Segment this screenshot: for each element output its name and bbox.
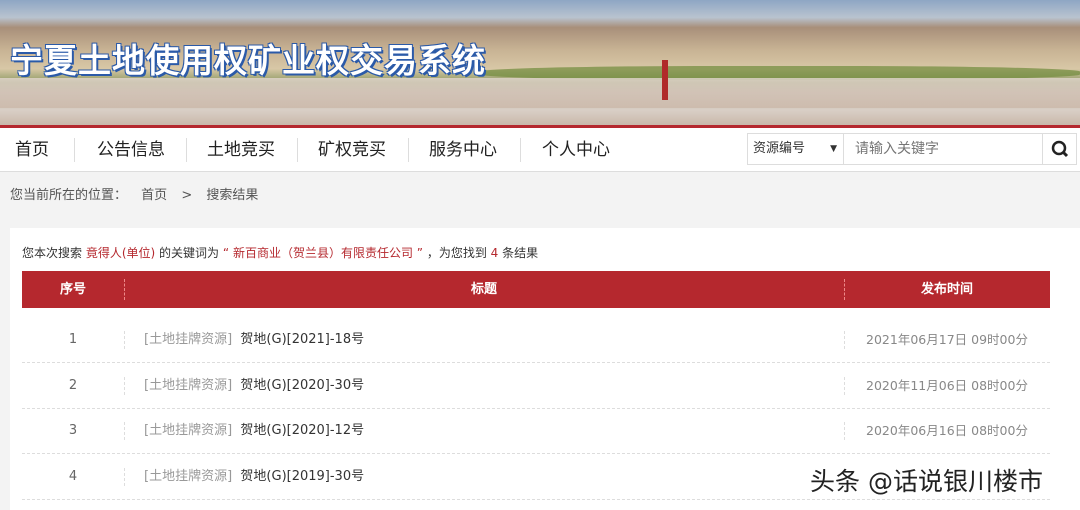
row-no: 1: [68, 332, 78, 347]
nav-service-center[interactable]: 服务中心: [408, 128, 518, 172]
row-title-link[interactable]: [土地挂牌资源] 贺地(G)[2020]-30号: [144, 363, 364, 409]
row-title: 贺地(G)[2021]-18号: [240, 332, 365, 347]
row-divider: [124, 376, 125, 395]
row-title-link[interactable]: [土地挂牌资源] 贺地(G)[2019]-30号: [144, 454, 364, 500]
summary-quote: ”: [416, 246, 423, 260]
breadcrumb-home[interactable]: 首页: [141, 188, 167, 203]
summary-count: 4: [490, 246, 499, 260]
breadcrumb-current: 搜索结果: [206, 188, 259, 203]
row-date: 2020年06月16日 08时00分: [866, 423, 1028, 438]
nav-home[interactable]: 首页: [0, 128, 64, 172]
summary-text: 条结果: [502, 246, 539, 260]
table-row[interactable]: 3 [土地挂牌资源] 贺地(G)[2020]-12号 2020年06月16日 0…: [22, 408, 1050, 454]
search-button[interactable]: [1042, 134, 1076, 164]
search-summary: 您本次搜索 竟得人(单位) 的关键词为 “ 新百商业（贺兰县）有限责任公司 ” …: [22, 244, 538, 261]
row-title: 贺地(G)[2019]-30号: [240, 468, 365, 484]
header-no: 序号: [59, 282, 86, 297]
table-header: 序号 标题 发布时间: [22, 271, 1050, 308]
breadcrumb-separator: >: [181, 188, 193, 203]
row-title-link[interactable]: [土地挂牌资源] 贺地(G)[2020]-12号: [144, 408, 364, 454]
row-divider: [124, 422, 125, 440]
row-category: [土地挂牌资源]: [144, 468, 233, 484]
row-title-link[interactable]: [土地挂牌资源] 贺地(G)[2021]-18号: [144, 317, 364, 363]
site-title: 宁夏土地使用权矿业权交易系统: [10, 41, 486, 80]
row-no: 2: [68, 377, 78, 393]
header-title: 标题: [470, 282, 497, 297]
summary-keyword: 新百商业（贺兰县）有限责任公司: [232, 246, 413, 260]
search-input[interactable]: [845, 134, 1043, 164]
nav-mining-bidding[interactable]: 矿权竞买: [297, 128, 407, 172]
row-category: [土地挂牌资源]: [144, 423, 233, 438]
nav-announcements[interactable]: 公告信息: [76, 128, 186, 172]
banner-tower: [662, 60, 668, 100]
search-bar: 资源编号 ▼: [747, 133, 1077, 165]
breadcrumb: 您当前所在的位置： 首页 > 搜索结果: [10, 184, 268, 203]
row-category: [土地挂牌资源]: [144, 332, 233, 347]
header-date: 发布时间: [920, 282, 973, 297]
nav-divider: [74, 138, 75, 162]
nav-personal-center[interactable]: 个人中心: [520, 128, 632, 172]
row-divider: [124, 467, 125, 486]
row-date: 2020年11月06日 08时00分: [866, 377, 1028, 393]
row-divider: [124, 331, 125, 349]
header-banner: 宁夏土地使用权矿业权交易系统: [0, 0, 1080, 125]
summary-text: 您本次搜索: [22, 246, 83, 260]
search-icon: [1051, 140, 1069, 158]
table-row[interactable]: 2 [土地挂牌资源] 贺地(G)[2020]-30号 2020年11月06日 0…: [22, 363, 1050, 409]
summary-text: 的关键词为: [159, 246, 220, 260]
row-no: 4: [68, 468, 78, 484]
summary-text: ，为您找到: [426, 246, 487, 260]
row-title: 贺地(G)[2020]-30号: [240, 377, 365, 393]
search-type-value: 资源编号: [753, 141, 806, 156]
row-no: 3: [68, 423, 78, 438]
summary-quote: “: [222, 246, 230, 260]
watermark: 头条 @话说银川楼市: [810, 467, 1043, 496]
search-type-select[interactable]: 资源编号 ▼: [748, 134, 844, 164]
banner-river: [0, 78, 1080, 108]
caret-down-icon: ▼: [830, 144, 837, 154]
row-title: 贺地(G)[2020]-12号: [240, 423, 365, 438]
nav-land-bidding[interactable]: 土地竞买: [186, 128, 296, 172]
breadcrumb-prefix: 您当前所在的位置：: [10, 188, 128, 203]
table-row[interactable]: 1 [土地挂牌资源] 贺地(G)[2021]-18号 2021年06月17日 0…: [22, 317, 1050, 363]
row-category: [土地挂牌资源]: [144, 377, 233, 393]
row-date: 2021年06月17日 09时00分: [866, 332, 1028, 347]
summary-field: 竟得人(单位): [85, 246, 156, 260]
